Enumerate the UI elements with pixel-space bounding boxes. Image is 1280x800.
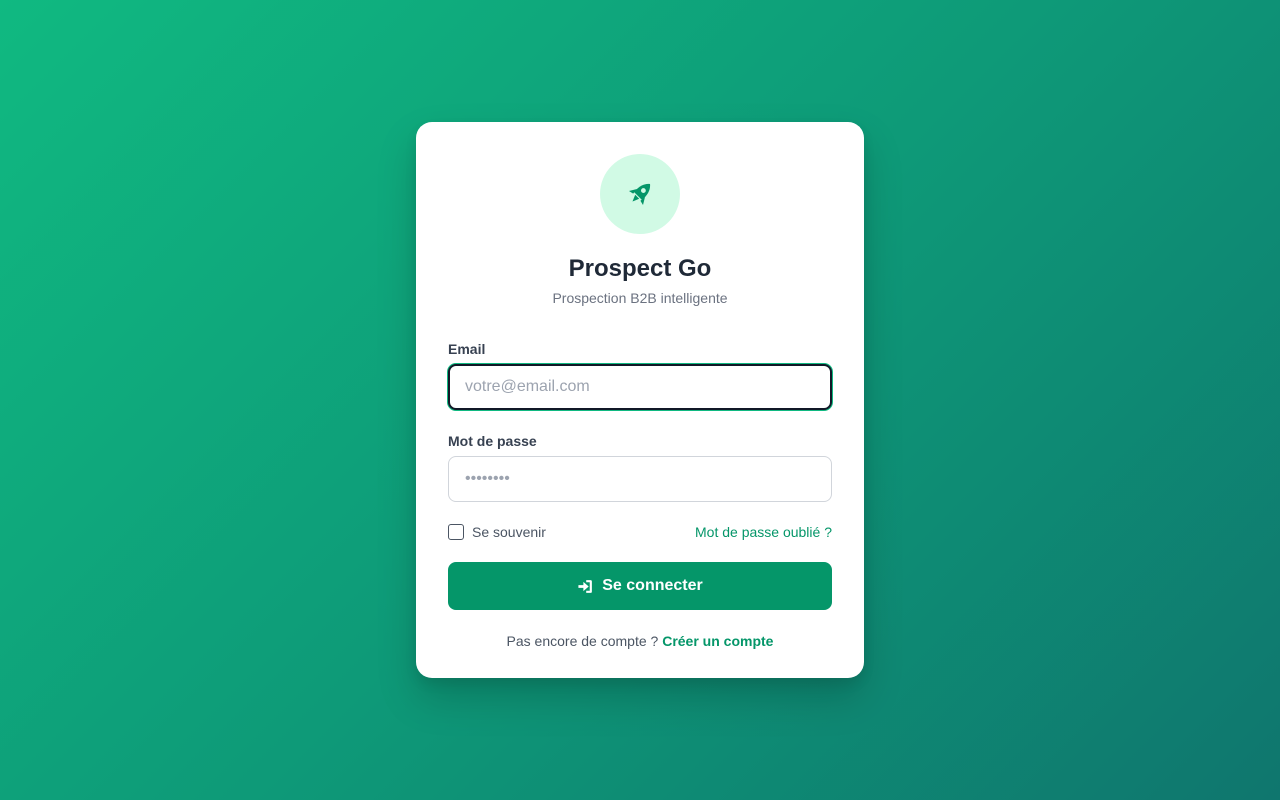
create-account-link[interactable]: Créer un compte [662,633,773,649]
app-title: Prospect Go [568,255,712,282]
password-field[interactable] [448,456,832,502]
login-button-label: Se connecter [602,577,703,594]
remember-checkbox[interactable] [448,524,464,540]
remember-label: Se souvenir [472,524,546,540]
signup-prompt: Pas encore de compte ? [506,633,663,649]
login-button[interactable]: Se connecter [448,562,832,610]
signup-row: Pas encore de compte ? Créer un compte [448,632,832,650]
form-options-row: Se souvenir Mot de passe oublié ? [448,522,832,542]
logo-badge [600,154,680,234]
sign-in-icon [578,579,593,593]
rocket-icon [628,183,651,206]
app-subtitle: Prospection B2B intelligente [552,290,728,306]
login-card: Prospect Go Prospection B2B intelligente… [416,122,864,678]
email-label: Email [448,341,486,357]
email-field[interactable] [448,364,832,410]
password-label: Mot de passe [448,433,537,449]
forgot-password-link[interactable]: Mot de passe oublié ? [695,524,832,540]
remember-me[interactable]: Se souvenir [448,524,546,540]
